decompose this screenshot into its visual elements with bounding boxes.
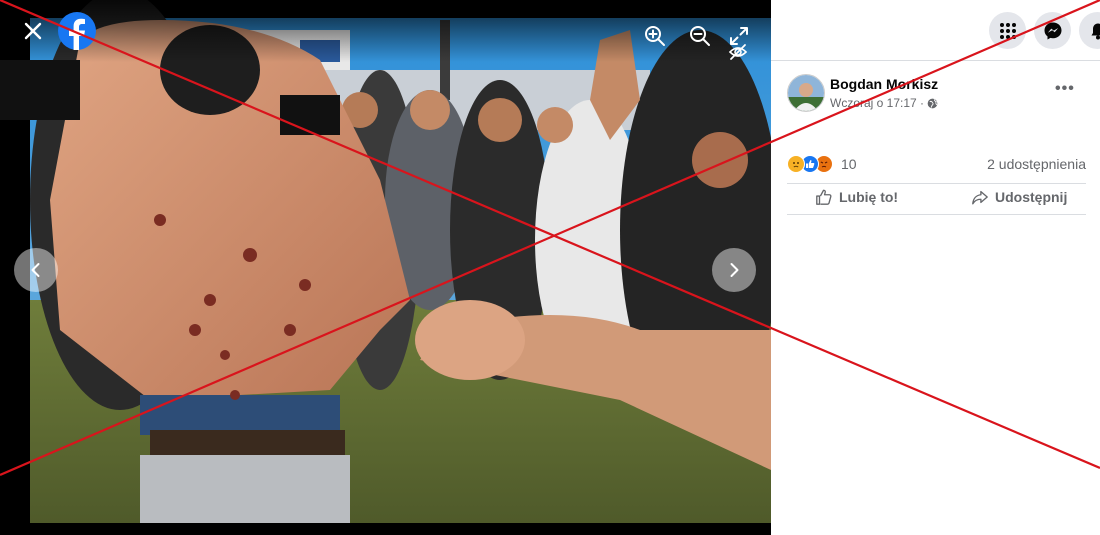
actions-divider-top xyxy=(787,183,1086,184)
zoom-in-icon xyxy=(645,26,665,46)
post-timestamp[interactable]: Wczoraj o 17:17 · xyxy=(830,96,924,110)
globe-icon xyxy=(927,98,938,108)
bell-icon xyxy=(1091,23,1100,39)
share-button[interactable]: Udostępnij xyxy=(971,188,1067,206)
share-count[interactable]: 2 udostępnienia xyxy=(987,156,1086,172)
zoom-in-button[interactable] xyxy=(643,24,667,48)
next-photo-button[interactable] xyxy=(712,248,756,292)
notifications-button[interactable] xyxy=(1079,12,1100,49)
author-name[interactable]: Bogdan Morkisz xyxy=(830,76,938,92)
avatar-image xyxy=(788,75,824,111)
reactions-summary[interactable]: 10 xyxy=(787,155,857,173)
messenger-icon xyxy=(1044,22,1061,39)
chevron-left-icon xyxy=(31,263,40,277)
facebook-logo[interactable] xyxy=(58,12,96,50)
share-label: Udostępnij xyxy=(995,189,1068,205)
share-arrow-icon xyxy=(972,190,988,205)
menu-button[interactable] xyxy=(989,12,1026,49)
like-label: Lubię to! xyxy=(839,189,899,205)
close-button[interactable] xyxy=(18,16,48,46)
header-divider xyxy=(771,60,1100,61)
thumbs-up-icon xyxy=(816,189,832,205)
zoom-out-icon xyxy=(690,26,710,46)
post-meta: Wczoraj o 17:17 · xyxy=(830,96,938,110)
eye-slash-icon xyxy=(728,44,748,60)
zoom-out-button[interactable] xyxy=(688,24,712,48)
grid-menu-icon xyxy=(999,22,1016,39)
sad-reaction-icon xyxy=(787,155,805,173)
post-sidebar: Bogdan Morkisz Wczoraj o 17:17 · ••• 10 … xyxy=(771,0,1100,535)
previous-photo-button[interactable] xyxy=(14,248,58,292)
photo-scene xyxy=(0,0,771,535)
avatar[interactable] xyxy=(787,74,825,112)
messenger-button[interactable] xyxy=(1034,12,1071,49)
post-photo xyxy=(0,0,771,535)
actions-divider-bottom xyxy=(787,214,1086,215)
post-options-button[interactable]: ••• xyxy=(1055,80,1075,98)
close-icon xyxy=(24,22,42,40)
top-nav-icons xyxy=(989,12,1100,49)
facebook-logo-icon xyxy=(69,18,85,50)
like-button[interactable]: Lubię to! xyxy=(815,188,898,206)
reaction-count: 10 xyxy=(841,156,857,172)
photo-viewer xyxy=(0,0,771,535)
visibility-toggle[interactable] xyxy=(726,40,750,64)
chevron-right-icon xyxy=(730,263,739,277)
